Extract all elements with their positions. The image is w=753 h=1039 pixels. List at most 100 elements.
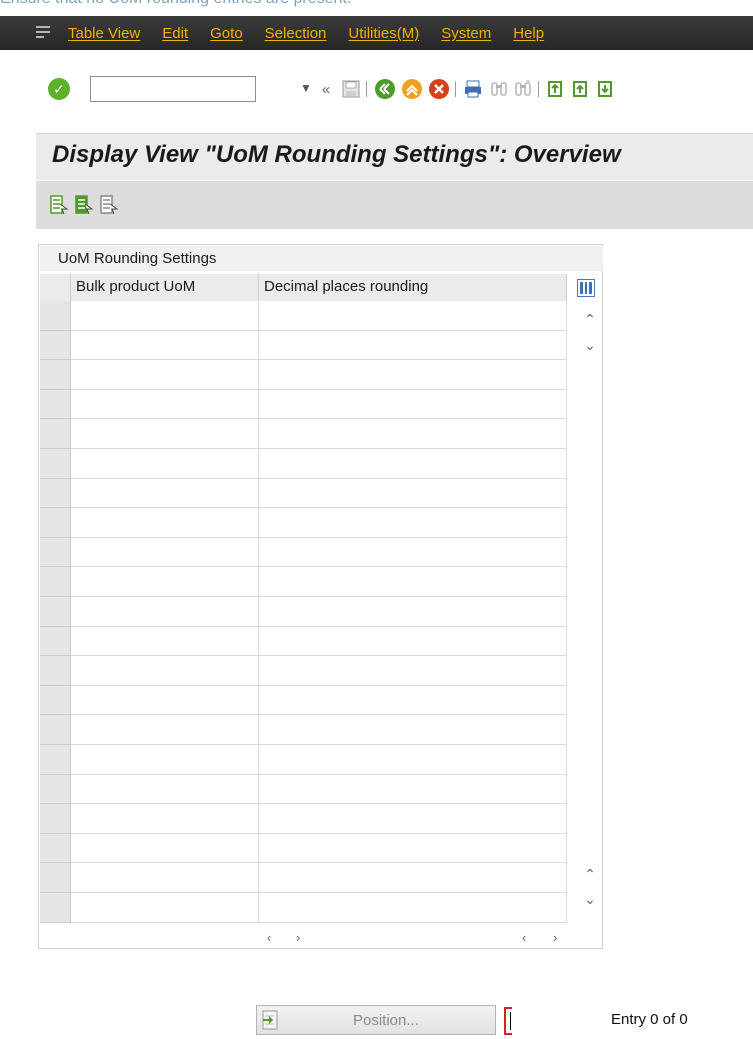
row-selector[interactable] (40, 508, 71, 538)
row-selector[interactable] (40, 804, 71, 834)
scroll-down-icon[interactable]: ⌄ (577, 337, 603, 354)
table-cell-bulk-product-uom[interactable] (71, 508, 259, 538)
row-selector[interactable] (40, 626, 71, 657)
row-selector[interactable] (40, 745, 71, 775)
menu-edit[interactable]: Edit (162, 25, 188, 42)
menu-table-view[interactable]: Table View (68, 25, 140, 42)
table-cell-decimal-places-rounding[interactable] (259, 389, 567, 420)
table-cell-bulk-product-uom[interactable] (71, 893, 259, 923)
previous-page-icon[interactable] (570, 78, 592, 100)
scroll-up-icon[interactable]: ⌃ (577, 311, 603, 328)
table-cell-bulk-product-uom[interactable] (71, 774, 259, 805)
table-cell-decimal-places-rounding[interactable] (259, 745, 567, 775)
scroll-right-icon[interactable]: › (296, 930, 300, 945)
system-menu-icon[interactable] (36, 26, 54, 40)
check-icon[interactable]: ✓ (48, 78, 70, 100)
row-selector[interactable] (40, 360, 71, 390)
row-selector[interactable] (40, 537, 71, 568)
row-selector[interactable] (40, 301, 71, 331)
row-selector[interactable] (40, 685, 71, 716)
table-cell-decimal-places-rounding[interactable] (259, 478, 567, 509)
menu-goto[interactable]: Goto (210, 25, 243, 42)
menu-selection[interactable]: Selection (265, 25, 327, 42)
table-cell-bulk-product-uom[interactable] (71, 301, 259, 331)
position-button[interactable]: Position... (256, 1005, 496, 1035)
table-cell-bulk-product-uom[interactable] (71, 330, 259, 361)
row-selector[interactable] (40, 715, 71, 745)
menu-help[interactable]: Help (513, 25, 544, 42)
table-cell-bulk-product-uom[interactable] (71, 804, 259, 834)
table-cell-bulk-product-uom[interactable] (71, 449, 259, 479)
table-cell-bulk-product-uom[interactable] (71, 419, 259, 449)
table-cell-decimal-places-rounding[interactable] (259, 626, 567, 657)
table-cell-decimal-places-rounding[interactable] (259, 301, 567, 331)
menu-utilities[interactable]: Utilities(M) (348, 25, 419, 42)
first-page-icon[interactable] (545, 78, 567, 100)
table-cell-bulk-product-uom[interactable] (71, 537, 259, 568)
deselect-all-icon[interactable] (100, 195, 119, 215)
dropdown-icon[interactable]: ▼ (300, 81, 312, 95)
table-cell-decimal-places-rounding[interactable] (259, 508, 567, 538)
row-selector[interactable] (40, 330, 71, 361)
table-cell-bulk-product-uom[interactable] (71, 863, 259, 893)
row-selector[interactable] (40, 389, 71, 420)
select-block-icon[interactable] (75, 195, 94, 215)
back-double-icon[interactable]: « (315, 78, 337, 100)
table-cell-decimal-places-rounding[interactable] (259, 685, 567, 716)
table-cell-bulk-product-uom[interactable] (71, 656, 259, 686)
row-selector[interactable] (40, 419, 71, 449)
find-next-icon[interactable] (512, 78, 534, 100)
table-cell-bulk-product-uom[interactable] (71, 389, 259, 420)
save-icon[interactable] (340, 78, 362, 100)
table-cell-bulk-product-uom[interactable] (71, 567, 259, 597)
row-selector[interactable] (40, 567, 71, 597)
scroll-left-icon[interactable]: ‹ (267, 930, 271, 945)
exit-icon[interactable] (401, 78, 423, 100)
table-cell-decimal-places-rounding[interactable] (259, 893, 567, 923)
table-cell-decimal-places-rounding[interactable] (259, 330, 567, 361)
back-icon[interactable] (374, 78, 396, 100)
row-selector[interactable] (40, 597, 71, 627)
find-icon[interactable] (488, 78, 510, 100)
row-selector[interactable] (40, 833, 71, 864)
table-cell-bulk-product-uom[interactable] (71, 685, 259, 716)
row-selector[interactable] (40, 478, 71, 509)
row-selector[interactable] (40, 893, 71, 923)
column-header-decimal-places-rounding[interactable]: Decimal places rounding (259, 274, 567, 301)
table-cell-decimal-places-rounding[interactable] (259, 715, 567, 745)
cancel-icon[interactable] (428, 78, 450, 100)
table-cell-bulk-product-uom[interactable] (71, 626, 259, 657)
table-cell-bulk-product-uom[interactable] (71, 715, 259, 745)
table-cell-bulk-product-uom[interactable] (71, 745, 259, 775)
table-cell-decimal-places-rounding[interactable] (259, 804, 567, 834)
scroll-right-icon[interactable]: › (553, 930, 557, 945)
select-all-rows-corner[interactable] (40, 274, 71, 301)
table-cell-bulk-product-uom[interactable] (71, 597, 259, 627)
column-header-bulk-product-uom[interactable]: Bulk product UoM (71, 274, 259, 301)
scroll-down-icon[interactable]: ⌄ (577, 891, 603, 908)
select-all-icon[interactable] (50, 195, 69, 215)
table-cell-decimal-places-rounding[interactable] (259, 419, 567, 449)
table-cell-decimal-places-rounding[interactable] (259, 774, 567, 805)
table-cell-decimal-places-rounding[interactable] (259, 360, 567, 390)
row-selector[interactable] (40, 449, 71, 479)
column-settings-icon[interactable] (577, 279, 595, 297)
row-selector[interactable] (40, 774, 71, 805)
table-cell-decimal-places-rounding[interactable] (259, 567, 567, 597)
table-cell-decimal-places-rounding[interactable] (259, 449, 567, 479)
table-cell-bulk-product-uom[interactable] (71, 833, 259, 864)
row-selector[interactable] (40, 863, 71, 893)
scroll-left-icon[interactable]: ‹ (522, 930, 526, 945)
table-cell-decimal-places-rounding[interactable] (259, 537, 567, 568)
table-cell-decimal-places-rounding[interactable] (259, 863, 567, 893)
scroll-up-icon[interactable]: ⌃ (577, 866, 603, 883)
table-cell-decimal-places-rounding[interactable] (259, 656, 567, 686)
menu-system[interactable]: System (441, 25, 491, 42)
row-selector[interactable] (40, 656, 71, 686)
table-cell-bulk-product-uom[interactable] (71, 478, 259, 509)
command-input[interactable] (90, 76, 256, 102)
print-icon[interactable] (462, 78, 484, 100)
table-cell-decimal-places-rounding[interactable] (259, 833, 567, 864)
table-cell-bulk-product-uom[interactable] (71, 360, 259, 390)
table-cell-decimal-places-rounding[interactable] (259, 597, 567, 627)
